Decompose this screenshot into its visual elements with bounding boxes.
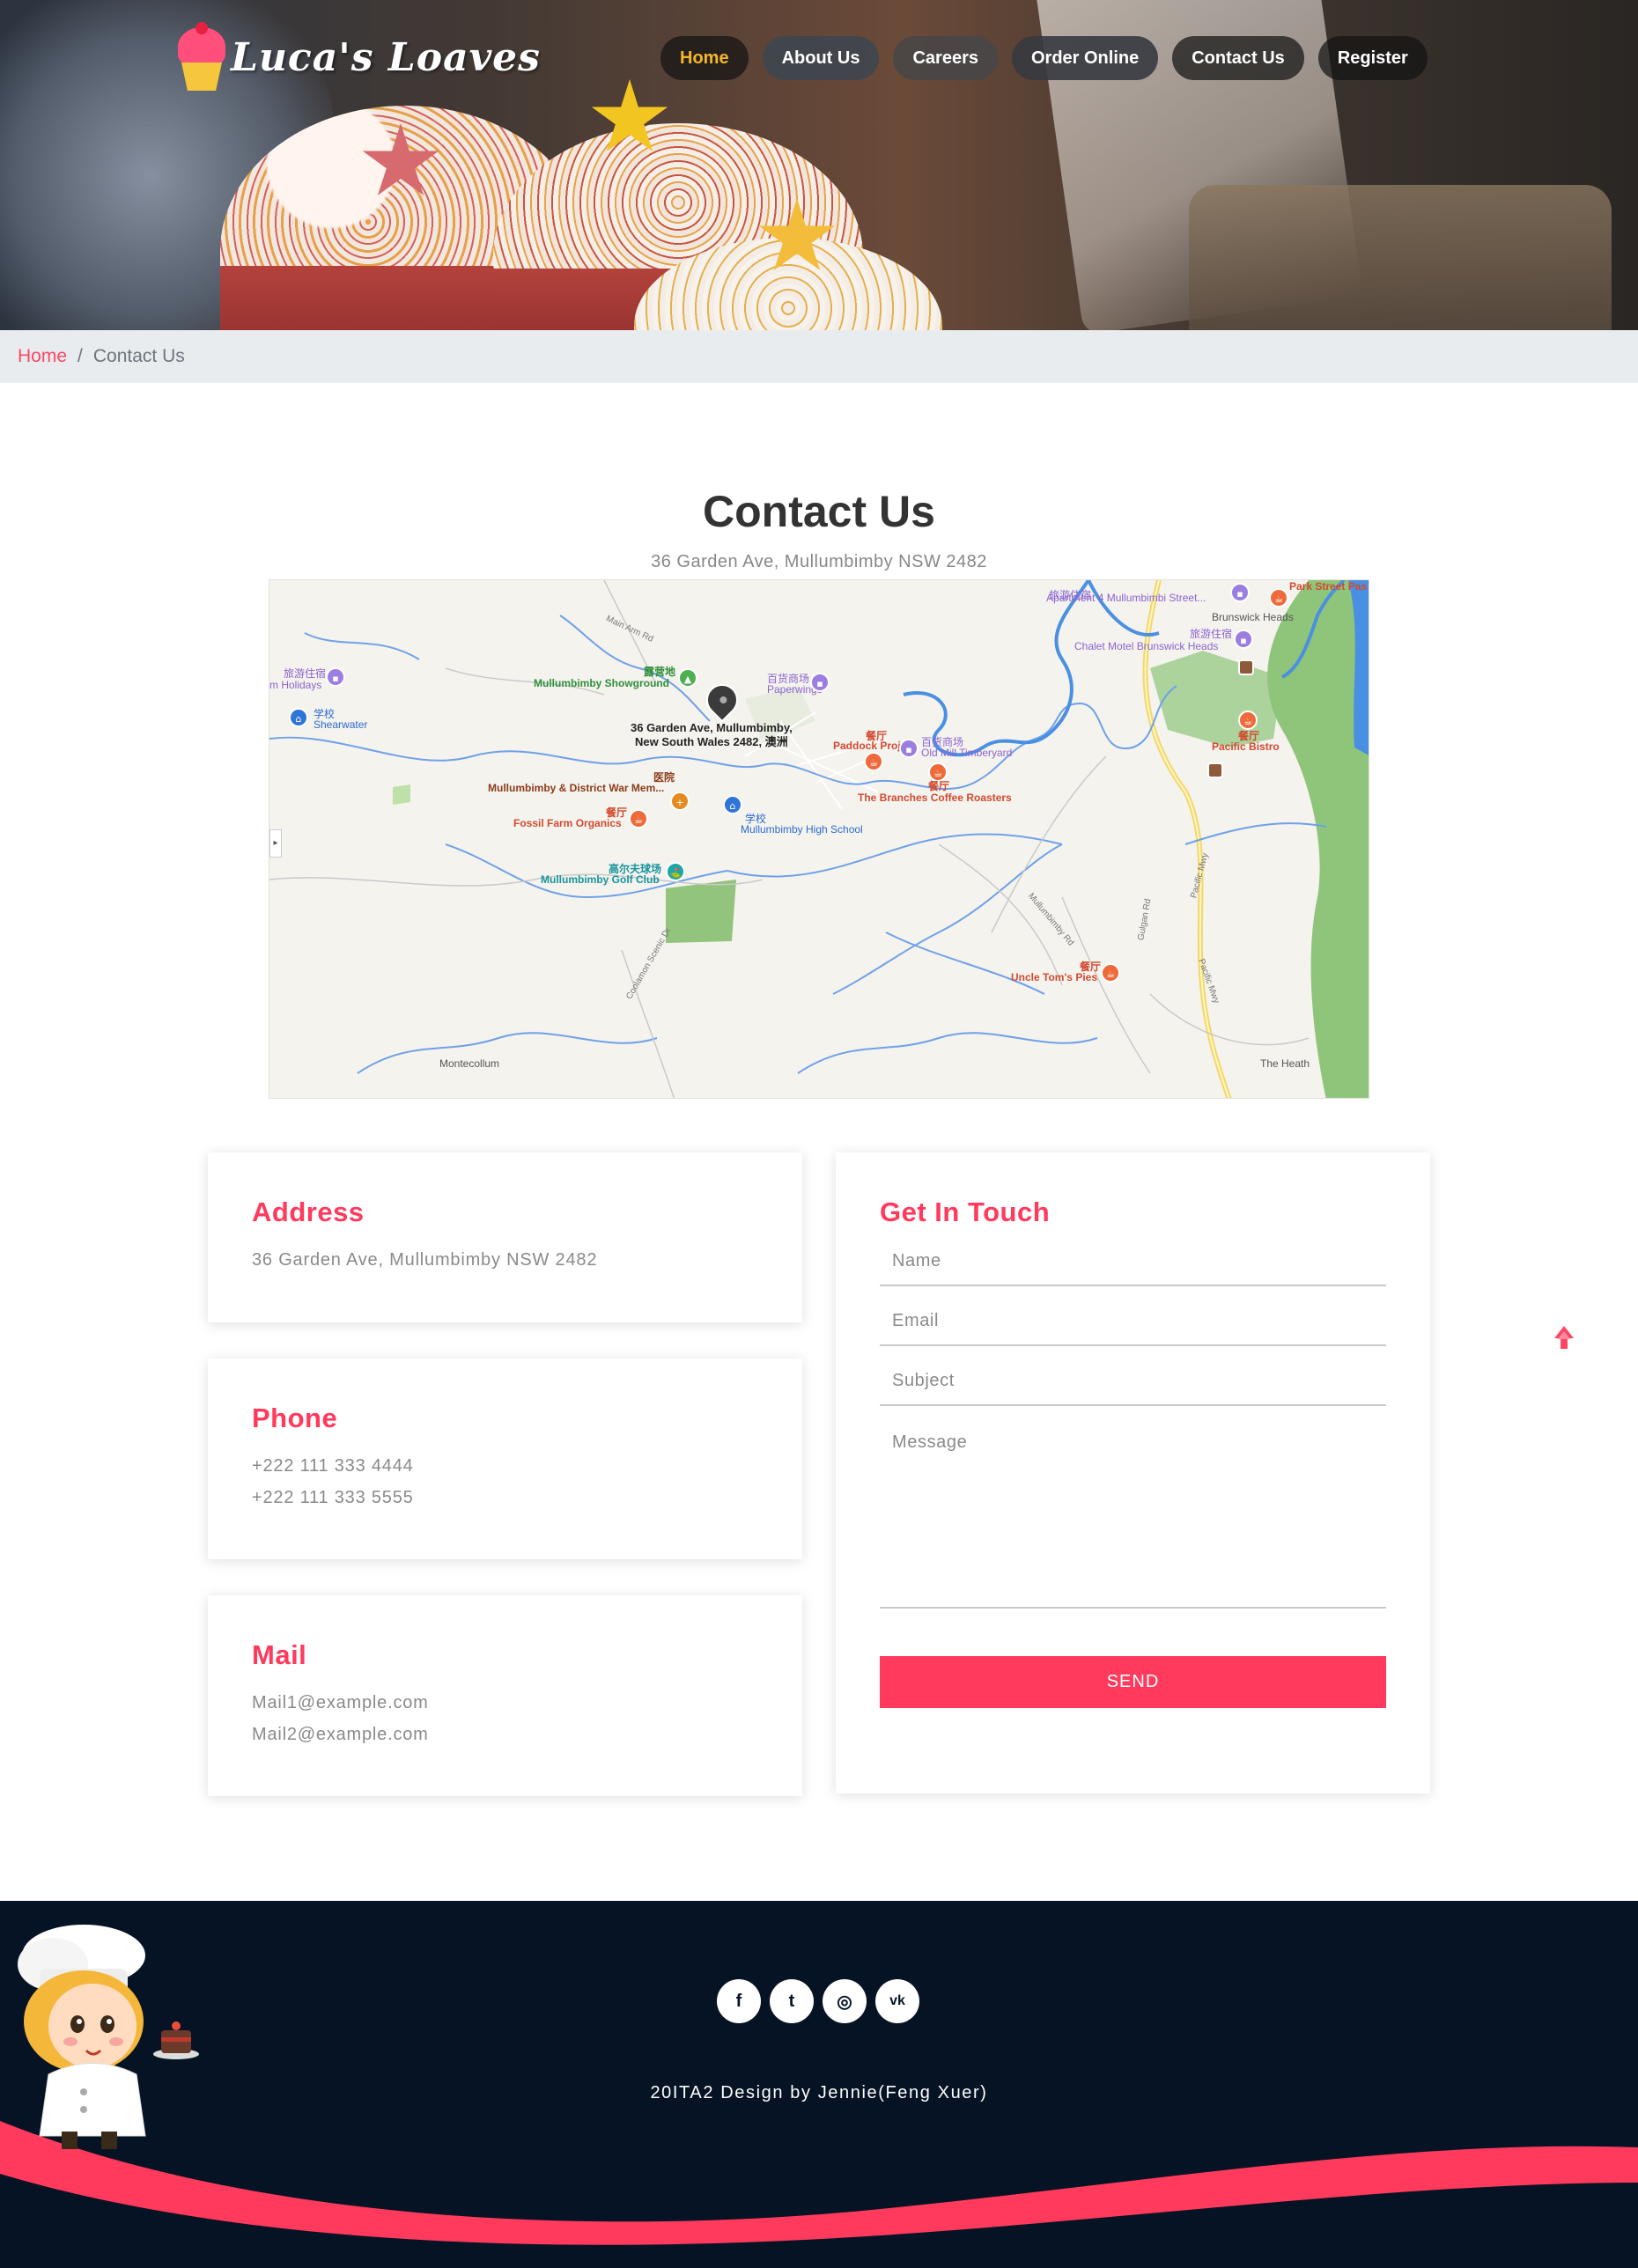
map-label: Pacific Bistro [1212, 740, 1280, 753]
breadcrumb-separator: / [77, 346, 83, 366]
map-label: Uncle Tom's Pies [1011, 971, 1097, 983]
map-label: Chalet Motel Brunswick Heads [1074, 640, 1219, 652]
breadcrumb: Home / Contact Us [0, 330, 1638, 383]
map-label: m Holidays [269, 679, 322, 691]
cupcake-icon [174, 22, 229, 92]
nav-home[interactable]: Home [660, 36, 749, 80]
map-label: Mullumbimby High School [741, 823, 863, 836]
restaurant-icon: ☕ [1101, 963, 1120, 983]
main-nav: Home About Us Careers Order Online Conta… [660, 36, 1428, 80]
subject-field-wrapper [880, 1357, 1386, 1406]
email-link-1[interactable]: Mail1@example.com [252, 1687, 758, 1719]
page-title: Contact Us [703, 487, 935, 536]
subject-field[interactable] [880, 1357, 1386, 1404]
map-label: Shearwater [314, 718, 368, 731]
map-label: Brunswick Heads [1212, 611, 1294, 623]
place-icon [1207, 762, 1223, 778]
footer-wave [0, 2121, 1638, 2245]
hero-background-gift [1189, 185, 1612, 330]
hospital-icon: + [670, 792, 690, 811]
restaurant-icon: ☕ [864, 752, 883, 771]
page-subtitle: 36 Garden Ave, Mullumbimby NSW 2482 [651, 552, 987, 571]
campground-icon: ▲ [678, 668, 697, 688]
footer-credit: 20ITA2 Design by Jennie(Feng Xuer) [650, 2083, 988, 2102]
map-label: Fossil Farm Organics [513, 817, 622, 829]
email-link-2[interactable]: Mail2@example.com [252, 1719, 758, 1750]
map-base [269, 580, 1369, 1098]
facebook-icon[interactable]: f [717, 1979, 761, 2023]
map-label: Apartment 4 Mullumbimbi Street... [1046, 592, 1206, 604]
map-label: Old Mill Timberyard [921, 747, 1013, 759]
map-expand-control[interactable]: ▸ [269, 829, 282, 858]
twitter-icon[interactable]: t [770, 1979, 814, 2023]
map-label: The Heath [1260, 1057, 1310, 1070]
nav-order-online[interactable]: Order Online [1011, 36, 1159, 80]
brand-name: Luca's Loaves [231, 34, 541, 80]
golf-icon: ⛳ [666, 862, 685, 881]
email-field-wrapper [880, 1297, 1386, 1346]
address-text: 36 Garden Ave, Mullumbimby NSW 2482 [252, 1250, 598, 1270]
brand-logo[interactable]: Luca's Loaves [174, 22, 541, 92]
breadcrumb-current: Contact Us [92, 346, 185, 366]
nav-contact-us[interactable]: Contact Us [1172, 36, 1304, 80]
phone-title: Phone [252, 1403, 338, 1433]
contact-form: SEND [880, 1237, 1386, 1708]
location-map[interactable]: ▸ 36 Garden Ave, Mullumbimby, New South W… [269, 579, 1369, 1099]
social-links: f t ◎ vk [717, 1979, 919, 2023]
address-title: Address [252, 1197, 365, 1227]
mail-title: Mail [252, 1639, 307, 1670]
restaurant-icon: ☕ [629, 809, 648, 828]
nav-careers[interactable]: Careers [893, 36, 998, 80]
mail-card: Mail Mail1@example.com Mail2@example.com [208, 1595, 802, 1796]
map-label: Park Street Pas [1289, 580, 1368, 593]
vk-icon[interactable]: vk [875, 1979, 919, 2023]
map-label: Mullumbimby Golf Club [541, 873, 660, 886]
email-field[interactable] [880, 1297, 1386, 1344]
contact-form-title: Get In Touch [880, 1197, 1051, 1227]
hotel-icon: ▪ [326, 667, 345, 687]
phone-card: Phone +222 111 333 4444 +222 111 333 555… [208, 1359, 802, 1559]
map-label: Mullumbimby & District War Mem... [488, 782, 665, 794]
shopping-icon: ▪ [899, 739, 919, 758]
school-icon: ⌂ [723, 795, 742, 814]
map-label: 旅游住宿 [1190, 628, 1233, 640]
chef-mascot-icon [18, 1925, 199, 2149]
phone-number-1[interactable]: +222 111 333 4444 [252, 1450, 758, 1482]
restaurant-icon: ☕ [1269, 588, 1288, 608]
hotel-icon: ▪ [1234, 630, 1253, 649]
hero-banner: Luca's Loaves Home About Us Careers Orde… [0, 0, 1638, 330]
place-icon [1238, 659, 1254, 675]
name-field[interactable] [880, 1237, 1386, 1285]
map-pin-address: 36 Garden Ave, Mullumbimby, New South Wal… [631, 721, 793, 748]
address-card: Address 36 Garden Ave, Mullumbimby NSW 2… [208, 1152, 802, 1322]
scroll-to-top-icon[interactable] [1554, 1326, 1574, 1349]
send-button[interactable]: SEND [880, 1656, 1386, 1708]
shopping-icon: ▪ [810, 673, 830, 692]
school-icon: ⌂ [289, 708, 308, 727]
map-label: Mullumbimby Showground [534, 677, 669, 689]
hotel-icon: ▪ [1230, 583, 1250, 602]
dribbble-icon[interactable]: ◎ [823, 1979, 867, 2023]
breadcrumb-home-link[interactable]: Home [18, 346, 67, 367]
map-label: The Branches Coffee Roasters [858, 792, 1012, 804]
map-label: Montecollum [439, 1057, 500, 1070]
name-field-wrapper [880, 1237, 1386, 1286]
nav-register[interactable]: Register [1317, 36, 1428, 80]
footer: f t ◎ vk 20ITA2 Design by Jennie(Feng Xu… [0, 1901, 1638, 2268]
restaurant-icon: ☕ [1238, 711, 1258, 730]
contact-form-card: Get In Touch SEND [836, 1152, 1430, 1793]
nav-about-us[interactable]: About Us [762, 36, 880, 80]
message-field-wrapper [880, 1417, 1386, 1609]
message-field[interactable] [880, 1417, 1386, 1607]
phone-number-2[interactable]: +222 111 333 5555 [252, 1482, 758, 1513]
